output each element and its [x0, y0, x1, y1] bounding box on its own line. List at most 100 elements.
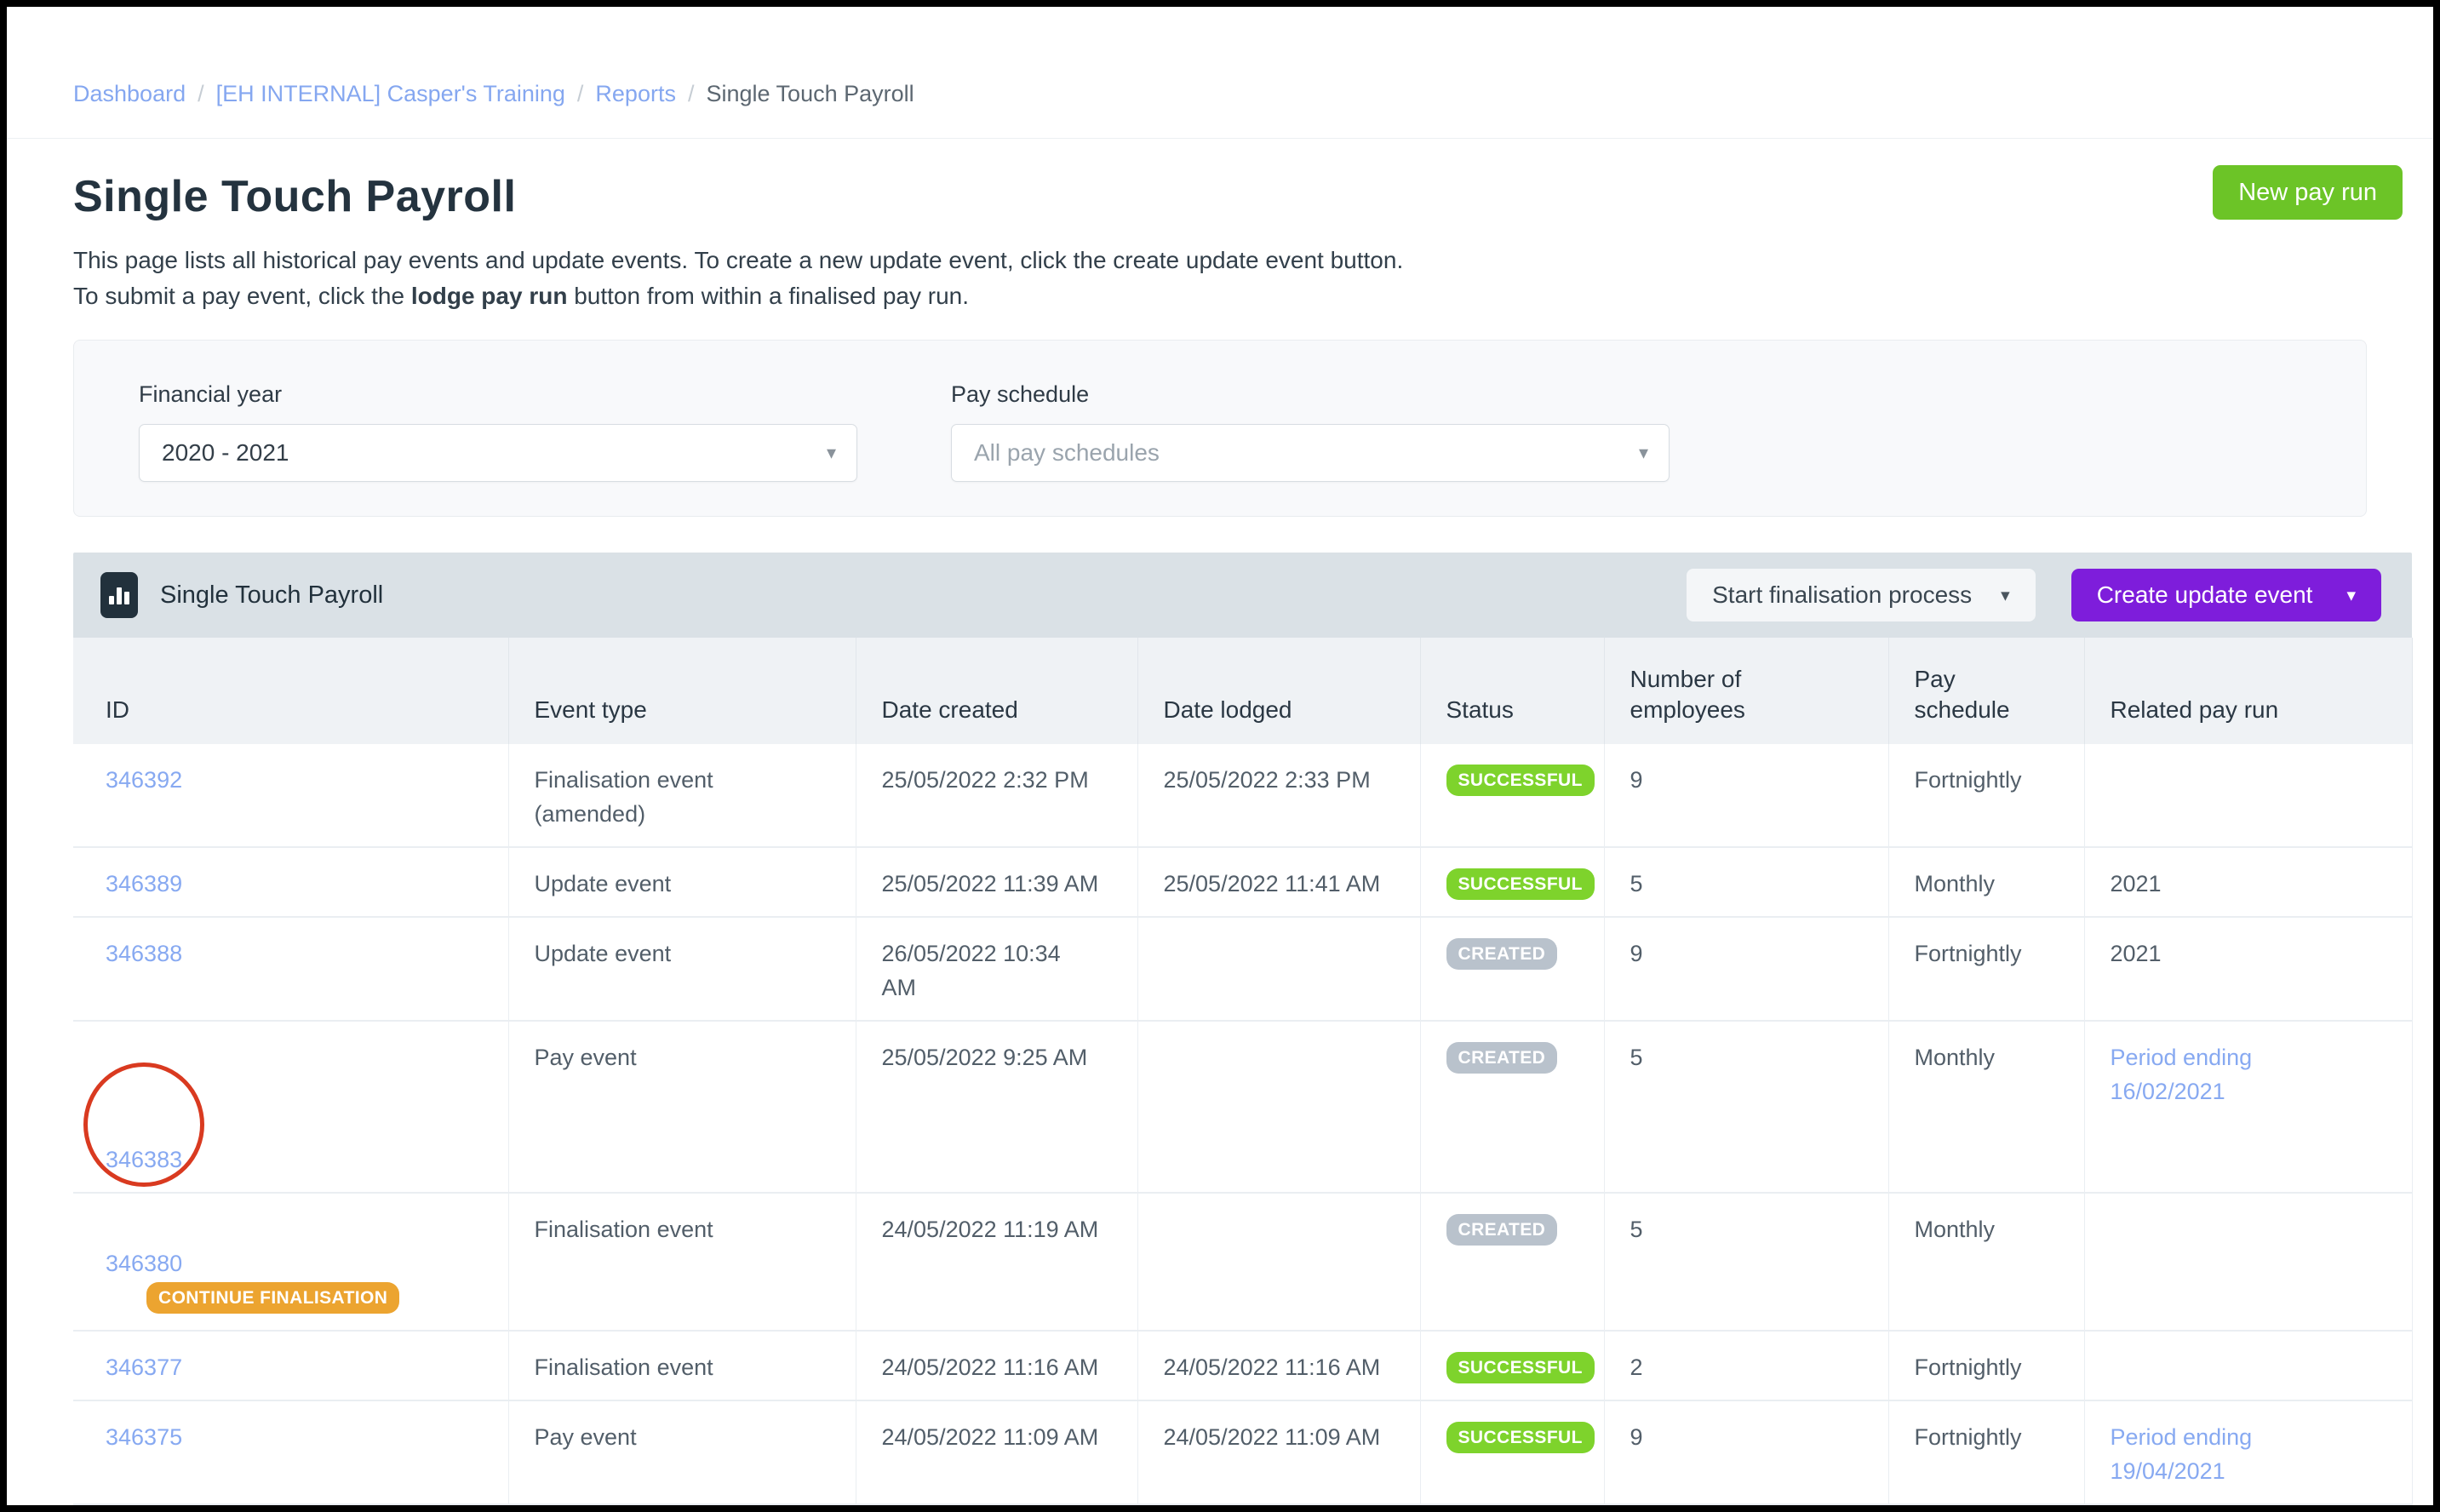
related-pay-run-cell — [2083, 1331, 2413, 1401]
employees-cell: 5 — [1603, 1021, 1888, 1194]
pay-schedule-cell: Monthly — [1887, 1193, 2084, 1332]
continue-finalisation-badge[interactable]: CONTINUE FINALISATION — [146, 1282, 400, 1314]
pay-schedule-cell: Monthly — [1887, 1021, 2084, 1194]
breadcrumb-dashboard[interactable]: Dashboard — [73, 80, 186, 107]
chevron-down-icon: ▾ — [2346, 585, 2356, 605]
date-created-cell: 24/05/2022 11:19 AM — [855, 1193, 1137, 1332]
start-finalisation-process-button[interactable]: Start finalisation process ▾ — [1687, 569, 2036, 621]
pay-schedule-select[interactable]: All pay schedules ▾ — [951, 424, 1670, 482]
column-header-id: ID — [73, 638, 508, 744]
column-header-date-lodged: Date lodged — [1137, 638, 1420, 744]
create-update-event-button[interactable]: Create update event ▾ — [2071, 569, 2381, 621]
date-lodged-cell: 24/05/2022 11:16 AM — [1137, 1331, 1420, 1401]
date-lodged-cell — [1137, 1193, 1420, 1332]
event-id-link[interactable]: 346375 — [106, 1424, 182, 1450]
status-badge: SUCCESSFUL — [1446, 868, 1595, 900]
event-type-cell: Finalisation event — [507, 1193, 856, 1332]
app-window: Dashboard / [EH INTERNAL] Casper's Train… — [0, 0, 2440, 1512]
column-header-related-pay-run: Related pay run — [2083, 638, 2413, 744]
related-pay-run-cell — [2083, 744, 2413, 848]
pay-schedule-cell: Fortnightly — [1887, 1504, 2084, 1505]
chevron-down-icon: ▾ — [2001, 585, 2010, 605]
employees-cell: 9 — [1603, 744, 1888, 848]
event-id-link[interactable]: 346377 — [106, 1354, 182, 1380]
column-header-status: Status — [1419, 638, 1604, 744]
status-badge: CREATED — [1446, 1042, 1558, 1074]
breadcrumb-separator: / — [687, 81, 695, 106]
event-type-cell: Finalisation event — [507, 1331, 856, 1401]
employees-cell: 5 — [1603, 847, 1888, 918]
related-pay-run-cell — [2083, 1193, 2413, 1332]
table-title: Single Touch Payroll — [160, 581, 384, 609]
date-created-cell: 24/05/2022 10:55 AM — [855, 1504, 1137, 1505]
employees-cell: 9 — [1603, 1400, 1888, 1505]
employees-cell: 7 — [1603, 1504, 1888, 1505]
date-lodged-cell: 25/05/2022 11:41 AM — [1137, 847, 1420, 918]
table-row: 346392 Finalisation event (amended) 25/0… — [73, 744, 2413, 848]
financial-year-value: 2020 - 2021 — [162, 439, 289, 466]
date-created-cell: 26/05/2022 10:34 AM — [855, 917, 1137, 1022]
table-row: 346375 Pay event 24/05/2022 11:09 AM 24/… — [73, 1400, 2413, 1505]
event-id-link[interactable]: 346388 — [106, 941, 182, 966]
breadcrumb-reports[interactable]: Reports — [595, 80, 676, 107]
event-id-link[interactable]: 346389 — [106, 871, 182, 896]
table-header-row: ID Event type Date created Date lodged S… — [73, 638, 2413, 744]
column-header-event-type: Event type — [507, 638, 856, 744]
employees-cell: 2 — [1603, 1331, 1888, 1401]
pay-schedule-cell: Fortnightly — [1887, 917, 2084, 1022]
breadcrumb-separator: / — [198, 81, 204, 106]
breadcrumb: Dashboard / [EH INTERNAL] Casper's Train… — [7, 7, 2433, 139]
financial-year-filter: Financial year 2020 - 2021 ▾ — [139, 381, 857, 482]
related-pay-run-cell: 2021 — [2083, 917, 2413, 1022]
table-row: 346380 CONTINUE FINALISATION Finalisatio… — [73, 1193, 2413, 1332]
breadcrumb-org[interactable]: [EH INTERNAL] Casper's Training — [216, 80, 565, 107]
description-line-2: To submit a pay event, click the lodge p… — [73, 283, 970, 309]
status-badge: SUCCESSFUL — [1446, 765, 1595, 796]
breadcrumb-current: Single Touch Payroll — [706, 81, 914, 106]
date-created-cell: 24/05/2022 11:16 AM — [855, 1331, 1137, 1401]
page-title: Single Touch Payroll — [73, 172, 517, 221]
table-header-bar: Single Touch Payroll Start finalisation … — [73, 553, 2412, 638]
stp-events-table: ID Event type Date created Date lodged S… — [73, 638, 2413, 1505]
status-badge: CREATED — [1446, 938, 1558, 970]
employees-cell: 5 — [1603, 1193, 1888, 1332]
page-header: Single Touch Payroll New pay run This pa… — [73, 165, 2403, 314]
event-id-link-circled[interactable]: 346383 — [106, 1147, 182, 1172]
date-lodged-cell — [1137, 1021, 1420, 1194]
pay-schedule-placeholder: All pay schedules — [974, 439, 1160, 466]
related-pay-run-link[interactable]: Period ending 19/04/2021 — [2111, 1424, 2253, 1484]
new-pay-run-button[interactable]: New pay run — [2213, 165, 2403, 220]
pay-schedule-cell: Fortnightly — [1887, 1331, 2084, 1401]
date-created-cell: 25/05/2022 9:25 AM — [855, 1021, 1137, 1194]
status-badge: CREATED — [1446, 1214, 1558, 1246]
related-pay-run-link[interactable]: Period ending 16/02/2021 — [2111, 1045, 2253, 1104]
date-lodged-cell: 24/05/2022 11:09 AM — [1137, 1400, 1420, 1505]
column-header-date-created: Date created — [855, 638, 1137, 744]
financial-year-select[interactable]: 2020 - 2021 ▾ — [139, 424, 857, 482]
page-description: This page lists all historical pay event… — [73, 243, 2367, 314]
pay-schedule-label: Pay schedule — [951, 381, 1090, 407]
breadcrumb-separator: / — [576, 81, 584, 106]
date-created-cell: 25/05/2022 2:32 PM — [855, 744, 1137, 848]
column-header-pay-schedule: Pay schedule — [1887, 638, 2084, 744]
event-type-cell: Update event — [507, 917, 856, 1022]
event-type-cell: Update event — [507, 847, 856, 918]
event-id-link[interactable]: 346380 — [106, 1251, 182, 1276]
status-badge: SUCCESSFUL — [1446, 1352, 1595, 1383]
table-row: 346383 Pay event 25/05/2022 9:25 AM CREA… — [73, 1021, 2413, 1194]
filter-panel: Financial year 2020 - 2021 ▾ Pay schedul… — [73, 340, 2367, 517]
event-type-cell: Pay event — [507, 1504, 856, 1505]
employees-cell: 9 — [1603, 917, 1888, 1022]
date-created-cell: 25/05/2022 11:39 AM — [855, 847, 1137, 918]
pay-schedule-cell: Monthly — [1887, 847, 2084, 918]
pay-schedule-filter: Pay schedule All pay schedules ▾ — [951, 381, 1670, 482]
table-row: 346389 Update event 25/05/2022 11:39 AM … — [73, 847, 2413, 918]
event-type-cell: Finalisation event (amended) — [507, 744, 856, 848]
financial-year-label: Financial year — [139, 381, 283, 407]
event-id-link[interactable]: 346392 — [106, 767, 182, 793]
event-type-cell: Pay event — [507, 1400, 856, 1505]
date-lodged-cell — [1137, 917, 1420, 1022]
table-row: 346388 Update event 26/05/2022 10:34 AM … — [73, 917, 2413, 1022]
related-pay-run-cell: 2021 — [2083, 847, 2413, 918]
report-chart-icon — [100, 572, 138, 618]
